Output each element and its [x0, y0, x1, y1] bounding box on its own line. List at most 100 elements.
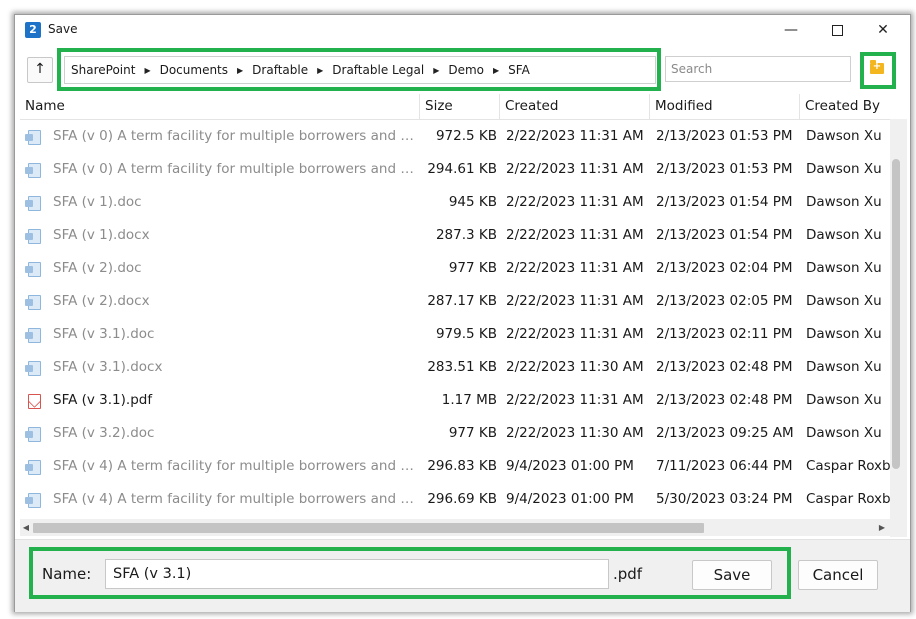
maximize-icon	[831, 24, 843, 36]
file-created-by: Dawson Xu	[806, 326, 882, 342]
title-bar: 2 Save — ✕	[15, 15, 910, 45]
search-input[interactable]	[665, 56, 851, 82]
file-created: 2/22/2023 11:31 AM	[506, 293, 644, 309]
file-name-cell: SFA (v 3.2).doc	[20, 417, 420, 450]
file-name-cell: SFA (v 4) A term facility for multiple b…	[20, 450, 420, 483]
file-modified: 2/13/2023 01:53 PM	[656, 128, 793, 144]
file-modified: 5/30/2023 03:24 PM	[656, 491, 793, 507]
vertical-scrollbar[interactable]	[890, 119, 907, 537]
file-created: 2/22/2023 11:31 AM	[506, 392, 644, 408]
word-doc-icon	[25, 328, 41, 343]
word-doc-icon	[25, 262, 41, 277]
table-row[interactable]: SFA (v 2).docx 287.17 KB 2/22/2023 11:31 A…	[20, 285, 896, 318]
cancel-button[interactable]: Cancel	[798, 560, 878, 590]
word-doc-icon	[25, 163, 41, 178]
file-name: SFA (v 3.1).pdf	[53, 392, 153, 408]
file-created-by: Dawson Xu	[806, 194, 882, 210]
file-name-cell: SFA (v 2).doc	[20, 252, 420, 285]
file-name: SFA (v 0) A term facility for multiple b…	[53, 128, 415, 144]
file-name-cell: SFA (v 0) A term facility for multiple b…	[20, 120, 420, 153]
word-doc-icon	[25, 460, 41, 475]
file-name: SFA (v 1).docx	[53, 227, 150, 243]
vertical-scrollbar-thumb[interactable]	[892, 159, 900, 469]
horizontal-scrollbar[interactable]: ◀ ▶	[20, 519, 890, 536]
horizontal-scrollbar-thumb[interactable]	[33, 523, 704, 533]
file-size: 296.83 KB	[427, 458, 497, 474]
address-bar-highlight	[57, 48, 661, 91]
table-row[interactable]: SFA (v 0) A term facility for multiple b…	[20, 153, 896, 186]
file-name: SFA (v 3.2).doc	[53, 425, 155, 441]
up-folder-button[interactable]: ↑	[27, 57, 53, 83]
file-size: 287.17 KB	[427, 293, 497, 309]
file-size: 945 KB	[448, 194, 497, 210]
column-header-row: Name Size Created Modified Created By	[20, 94, 896, 120]
file-created: 9/4/2023 01:00 PM	[506, 491, 634, 507]
table-row[interactable]: SFA (v 4) A term facility for multiple b…	[20, 483, 896, 516]
table-row[interactable]: SFA (v 3.1).pdf 1.17 MB 2/22/2023 11:31 AM…	[20, 384, 896, 417]
file-size: 972.5 KB	[435, 128, 497, 144]
file-name-cell: SFA (v 3.1).docx	[20, 351, 420, 384]
table-row[interactable]: SFA (v 3.2).doc 977 KB 2/22/2023 11:30 AM 2…	[20, 417, 896, 450]
file-modified: 2/13/2023 02:05 PM	[656, 293, 793, 309]
file-created: 2/22/2023 11:31 AM	[506, 161, 644, 177]
file-name-cell: SFA (v 1).doc	[20, 186, 420, 219]
file-created-by: Dawson Xu	[806, 392, 882, 408]
file-created-by: Dawson Xu	[806, 425, 882, 441]
file-created: 2/22/2023 11:30 AM	[506, 359, 644, 375]
file-modified: 2/13/2023 02:48 PM	[656, 359, 793, 375]
word-doc-icon	[25, 361, 41, 376]
table-row[interactable]: SFA (v 3.1).docx 283.51 KB 2/22/2023 11:30…	[20, 351, 896, 384]
file-created: 2/22/2023 11:31 AM	[506, 326, 644, 342]
file-size: 294.61 KB	[427, 161, 497, 177]
table-row[interactable]: SFA (v 3.1).doc 979.5 KB 2/22/2023 11:31 A…	[20, 318, 896, 351]
column-header-modified[interactable]: Modified	[650, 94, 800, 119]
file-modified: 2/13/2023 01:54 PM	[656, 227, 793, 243]
file-created-by: Dawson Xu	[806, 260, 882, 276]
column-header-created-by[interactable]: Created By	[800, 94, 896, 119]
column-header-name[interactable]: Name	[20, 94, 420, 119]
maximize-button[interactable]	[814, 15, 860, 45]
table-row[interactable]: SFA (v 1).docx 287.3 KB 2/22/2023 11:31 AM…	[20, 219, 896, 252]
file-created: 2/22/2023 11:30 AM	[506, 425, 644, 441]
file-created-by: Dawson Xu	[806, 161, 882, 177]
file-created: 2/22/2023 11:31 AM	[506, 128, 644, 144]
pdf-icon	[28, 394, 41, 409]
table-row[interactable]: SFA (v 0) A term facility for multiple b…	[20, 120, 896, 153]
scroll-right-icon[interactable]: ▶	[876, 519, 888, 536]
file-modified: 2/13/2023 01:53 PM	[656, 161, 793, 177]
new-folder-highlight	[860, 52, 896, 89]
file-created-by: Dawson Xu	[806, 293, 882, 309]
file-modified: 2/13/2023 01:54 PM	[656, 194, 793, 210]
word-doc-icon	[25, 427, 41, 442]
file-name: SFA (v 2).docx	[53, 293, 150, 309]
table-row[interactable]: SFA (v 2).doc 977 KB 2/22/2023 11:31 AM 2/1…	[20, 252, 896, 285]
minimize-button[interactable]: —	[768, 15, 814, 45]
file-size: 979.5 KB	[435, 326, 497, 342]
file-name: SFA (v 0) A term facility for multiple b…	[53, 161, 415, 177]
table-row[interactable]: SFA (v 4) A term facility for multiple b…	[20, 450, 896, 483]
file-name-cell: SFA (v 2).docx	[20, 285, 420, 318]
filename-highlight	[29, 547, 791, 599]
file-created-by: Caspar Roxb	[806, 458, 891, 474]
file-name: SFA (v 2).doc	[53, 260, 142, 276]
file-created-by: Caspar Roxb	[806, 491, 891, 507]
file-modified: 7/11/2023 06:44 PM	[656, 458, 793, 474]
file-size: 1.17 MB	[441, 392, 497, 408]
file-created-by: Dawson Xu	[806, 227, 882, 243]
file-name-cell: SFA (v 1).docx	[20, 219, 420, 252]
column-header-size[interactable]: Size	[420, 94, 500, 119]
file-created: 2/22/2023 11:31 AM	[506, 260, 644, 276]
word-doc-icon	[25, 493, 41, 508]
file-name-cell: SFA (v 0) A term facility for multiple b…	[20, 153, 420, 186]
file-size: 977 KB	[448, 260, 497, 276]
scroll-left-icon[interactable]: ◀	[20, 519, 32, 536]
close-button[interactable]: ✕	[860, 15, 906, 45]
table-row[interactable]: SFA (v 1).doc 945 KB 2/22/2023 11:31 AM 2/1…	[20, 186, 896, 219]
file-name: SFA (v 3.1).doc	[53, 326, 155, 342]
file-created: 2/22/2023 11:31 AM	[506, 194, 644, 210]
window-title: Save	[48, 22, 78, 36]
column-header-created[interactable]: Created	[500, 94, 650, 119]
file-name-cell: SFA (v 4) A term facility for multiple b…	[20, 483, 420, 516]
file-created: 9/4/2023 01:00 PM	[506, 458, 634, 474]
save-dialog: 2 Save — ✕ ↑ SharePoint ▶ Documents ▶ Drafta…	[14, 14, 911, 612]
